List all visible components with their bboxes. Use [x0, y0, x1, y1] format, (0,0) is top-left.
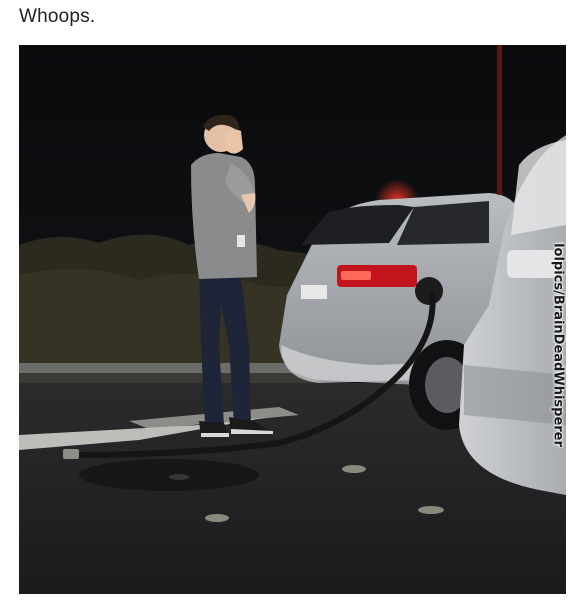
road-reflector	[342, 465, 366, 473]
road-reflector	[418, 506, 444, 514]
meme-photo[interactable]: lolpics/BrainDeadWhisperer	[19, 45, 566, 594]
hose-end	[63, 449, 79, 459]
fuel-nozzle	[415, 277, 443, 305]
road-reflector	[205, 514, 229, 522]
license-plate	[301, 285, 327, 299]
badge	[237, 235, 245, 247]
curb-edge	[19, 373, 319, 383]
meme-post: Whoops. lolpics/BrainDeadWhisperer	[0, 0, 585, 600]
curb	[19, 363, 319, 373]
watermark: lolpics/BrainDeadWhisperer	[546, 235, 566, 455]
post-caption: Whoops.	[19, 6, 96, 27]
photo-scene	[19, 45, 566, 594]
t-shirt	[191, 153, 257, 279]
light-pole	[497, 45, 502, 195]
watermark-text: lolpics/BrainDeadWhisperer	[550, 243, 566, 447]
